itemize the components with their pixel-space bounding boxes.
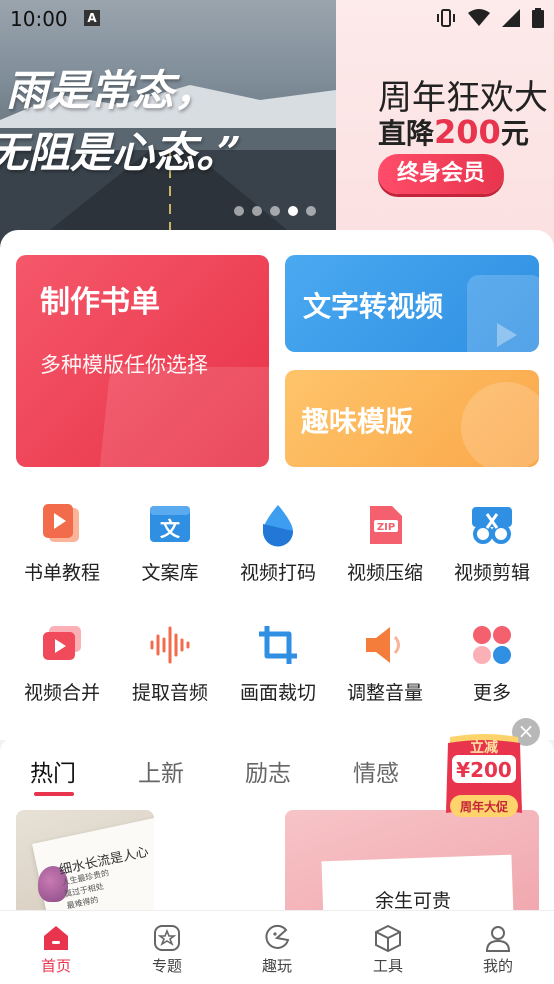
tool-label: 更多 (472, 682, 511, 704)
nav-label: 我的 (482, 957, 513, 975)
tool-video-merge[interactable]: 视频合并 (8, 622, 116, 705)
video-merge-icon (43, 626, 81, 660)
tool-volume[interactable]: 调整音量 (331, 622, 439, 705)
nav-home[interactable]: 首页 (16, 923, 96, 976)
text-to-video-title: 文字转视频 (303, 290, 444, 323)
promo-line-2: ¥200 (456, 758, 512, 782)
book-decoration (97, 367, 269, 467)
template-thumbnail-1[interactable]: 细水长流是人心 人生最珍贵的 莫过于相处 最难得的 (16, 810, 154, 920)
promo-badge[interactable]: 立减 ¥200 周年大促 (444, 733, 524, 829)
tool-more[interactable]: 更多 (438, 622, 546, 705)
play-decoration-icon (467, 275, 539, 352)
thumbnail-title: 余生可贵 (375, 890, 452, 912)
make-booklist-subtitle: 多种模版任你选择 (40, 353, 208, 377)
tool-copy-library[interactable]: 文 文案库 (116, 502, 224, 585)
lifetime-member-button[interactable]: 终身会员 (378, 154, 504, 194)
promo-discount-prefix: 直降 (378, 117, 435, 150)
tool-label: 文案库 (141, 562, 199, 584)
tab-new[interactable]: 上新 (138, 754, 184, 788)
promo-discount-suffix: 元 (500, 117, 529, 150)
tools-box-icon (375, 924, 401, 953)
nav-mine[interactable]: 我的 (458, 923, 538, 976)
tool-crop[interactable]: 画面裁切 (224, 622, 332, 705)
svg-text:文: 文 (160, 517, 181, 541)
tab-hot[interactable]: 热门 (30, 754, 76, 788)
book-tutorial-icon (43, 504, 79, 542)
home-icon (44, 926, 68, 950)
promo-discount: 直降200元 (378, 112, 529, 152)
video-compress-icon: ZIP (370, 506, 402, 544)
status-icons (436, 8, 544, 28)
banner-quote: 雨是常态， 无阻是心态。” (0, 60, 241, 184)
pacman-decoration-icon (461, 382, 539, 467)
video-edit-icon (472, 507, 512, 544)
carousel-dot[interactable] (306, 206, 316, 216)
volume-icon (366, 627, 400, 663)
extract-audio-icon (150, 626, 190, 664)
promo-amount: 200 (434, 113, 501, 151)
fun-template-card[interactable]: 趣味模版 (285, 370, 539, 467)
bottom-nav: 首页 专题 趣玩 工具 我的 (0, 910, 554, 984)
copy-library-icon: 文 (150, 506, 190, 542)
user-icon (485, 926, 511, 952)
tool-label: 视频压缩 (346, 562, 423, 584)
carousel-dot-active[interactable] (288, 206, 298, 216)
make-booklist-title: 制作书单 (40, 285, 160, 320)
battery-icon (532, 8, 544, 28)
promo-line-1: 立减 (470, 739, 498, 756)
tool-label: 调整音量 (346, 682, 423, 704)
nav-label: 工具 (372, 957, 403, 975)
tool-video-mosaic[interactable]: 视频打码 (224, 502, 332, 585)
promo-line-3: 周年大促 (460, 799, 509, 814)
tool-label: 视频剪辑 (453, 562, 530, 584)
carousel-dot[interactable] (270, 206, 280, 216)
tool-label: 视频合并 (23, 682, 100, 704)
video-mosaic-icon (263, 505, 294, 547)
tool-label: 视频打码 (239, 562, 316, 584)
tool-video-compress[interactable]: ZIP 视频压缩 (331, 502, 439, 585)
vibrate-icon (437, 9, 455, 27)
carousel-dot[interactable] (234, 206, 244, 216)
signal-icon (502, 9, 520, 27)
svg-text:ZIP: ZIP (377, 522, 395, 533)
quote-line-1: 雨是常态， (6, 66, 217, 115)
fun-template-title: 趣味模版 (301, 405, 414, 438)
nav-fun[interactable]: 趣玩 (237, 923, 317, 976)
crop-icon (259, 626, 297, 664)
home-screen: 雨是常态， 无阻是心态。” 周年狂欢大 直降200元 终身会员 10:00 A (0, 0, 554, 984)
make-booklist-card[interactable]: 制作书单 多种模版任你选择 (16, 255, 269, 467)
nav-label: 首页 (40, 957, 71, 975)
notification-a-icon: A (84, 10, 100, 26)
fun-icon (265, 924, 290, 949)
text-to-video-card[interactable]: 文字转视频 (285, 255, 539, 352)
status-time: 10:00 (10, 7, 68, 31)
nav-topics[interactable]: 专题 (127, 923, 207, 976)
tool-label: 画面裁切 (239, 682, 316, 704)
quote-line-2: 无阻是心态。” (0, 128, 242, 177)
tab-emotion[interactable]: 情感 (353, 754, 399, 788)
more-icon (473, 626, 511, 664)
carousel-dots (234, 206, 316, 216)
status-bar: 10:00 A (0, 0, 554, 36)
active-tab-indicator (34, 792, 74, 796)
nav-label: 趣玩 (261, 957, 292, 975)
tool-book-tutorial[interactable]: 书单教程 (8, 502, 116, 585)
tool-label: 书单教程 (23, 562, 100, 584)
wifi-icon (468, 9, 490, 26)
topics-star-icon (154, 925, 180, 951)
tab-inspirational[interactable]: 励志 (245, 754, 291, 788)
tool-label: 提取音频 (131, 682, 208, 704)
carousel-dot[interactable] (252, 206, 262, 216)
nav-tools[interactable]: 工具 (348, 923, 428, 976)
nav-label: 专题 (151, 957, 182, 975)
main-panel: 制作书单 多种模版任你选择 文字转视频 趣味模版 书单教程 文 文案库 视频打码… (0, 230, 554, 740)
tool-extract-audio[interactable]: 提取音频 (116, 622, 224, 705)
tool-video-edit[interactable]: 视频剪辑 (438, 502, 546, 585)
